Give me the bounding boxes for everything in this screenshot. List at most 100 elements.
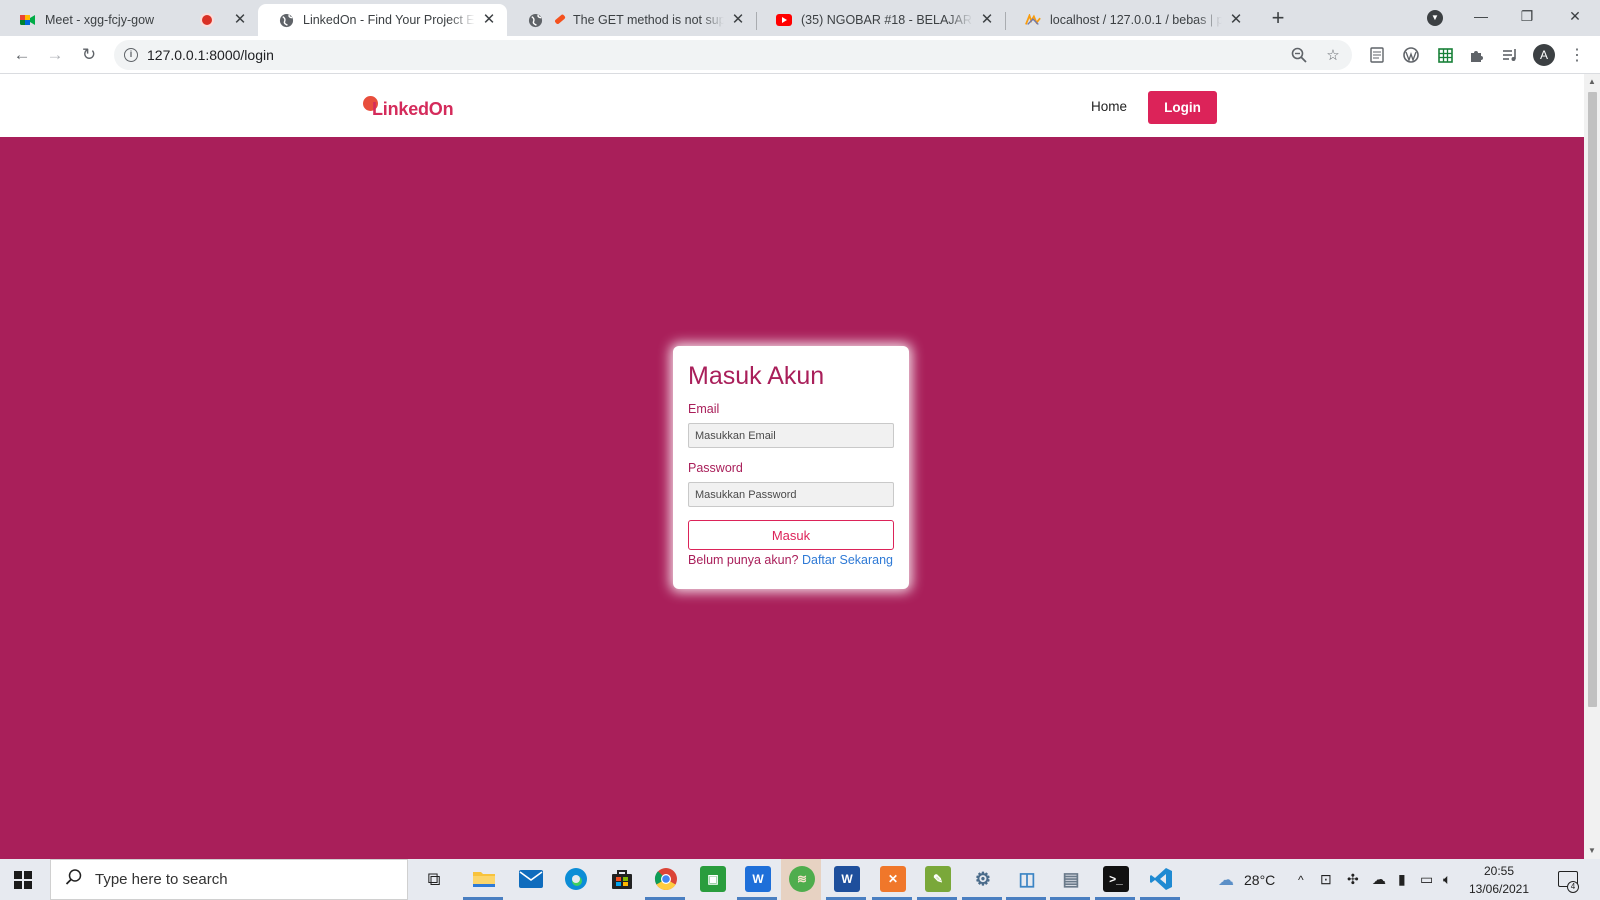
photos-icon[interactable]: ▤: [1058, 866, 1084, 892]
profile-avatar[interactable]: A: [1533, 44, 1555, 66]
browser-toolbar: ← → ↻ i 127.0.0.1:8000/login ☆ A ⋮: [0, 36, 1600, 74]
recording-icon: [202, 15, 212, 25]
close-tab-icon[interactable]: ✕: [481, 12, 497, 28]
taskbar-search-box[interactable]: Type here to search: [50, 859, 408, 900]
reload-icon[interactable]: ↻: [76, 42, 102, 68]
wps-writer-icon[interactable]: W: [745, 866, 771, 892]
password-label: Password: [688, 461, 743, 475]
task-view-icon[interactable]: ⧉: [421, 866, 447, 892]
tab-meet[interactable]: Meet - xgg-fcjy-gow ✕: [0, 4, 258, 36]
xampp-icon[interactable]: ✕: [880, 866, 906, 892]
tab-title: LinkedOn - Find Your Project Easily: [303, 13, 475, 27]
phpmyadmin-icon: [1025, 12, 1041, 28]
tab-title: localhost / 127.0.0.1 / bebas | phpMyAdm…: [1050, 13, 1222, 27]
nav-home-link[interactable]: Home: [1091, 99, 1127, 114]
tab-linkedon[interactable]: LinkedOn - Find Your Project Easily ✕: [258, 4, 507, 36]
tray-app-icon[interactable]: ⊡: [1320, 859, 1332, 900]
brand-name: LinkedOn: [372, 99, 454, 119]
restore-button[interactable]: ❐: [1504, 0, 1550, 32]
nav-login-button[interactable]: Login: [1148, 91, 1217, 124]
tab-title: (35) NGOBAR #18 - BELAJAR LARAVEL: [801, 13, 973, 27]
mail-icon[interactable]: [518, 866, 544, 892]
site-info-icon[interactable]: i: [124, 48, 138, 62]
close-tab-icon[interactable]: ✕: [1228, 12, 1244, 28]
password-field[interactable]: [688, 482, 894, 507]
globe-icon: [278, 12, 294, 28]
windows-start-icon[interactable]: [14, 871, 32, 889]
close-tab-icon[interactable]: ✕: [232, 12, 248, 28]
clock-time: 20:55: [1483, 864, 1515, 878]
vscode-icon[interactable]: [1148, 866, 1174, 892]
cloud-icon: ☁: [1218, 871, 1234, 889]
word-icon[interactable]: W: [834, 866, 860, 892]
url-text: 127.0.0.1:8000/login: [147, 47, 274, 63]
email-field[interactable]: [688, 423, 894, 448]
wordpress-extension-icon[interactable]: [1402, 46, 1420, 64]
minimize-button[interactable]: —: [1458, 0, 1504, 32]
signup-prompt: Belum punya akun?: [688, 553, 799, 567]
bookmark-star-icon[interactable]: ☆: [1324, 46, 1342, 64]
active-app-highlight: [781, 859, 821, 900]
email-label: Email: [688, 402, 720, 416]
tab-phpmyadmin[interactable]: localhost / 127.0.0.1 / bebas | phpMyAdm…: [1005, 4, 1254, 36]
tray-overflow-icon[interactable]: ^: [1298, 859, 1304, 900]
page-viewport: LinkedOn Home Login Masuk Akun Email Pas…: [0, 74, 1584, 859]
laravel-icon: [552, 12, 568, 28]
tab-search-icon[interactable]: ▼: [1427, 10, 1443, 26]
nvidia-icon[interactable]: ▣: [700, 866, 726, 892]
close-window-button[interactable]: ✕: [1552, 0, 1598, 32]
tray-fan-icon[interactable]: ✣: [1347, 859, 1359, 900]
onedrive-icon[interactable]: ☁: [1372, 859, 1386, 900]
kebab-menu-icon[interactable]: ⋮: [1568, 46, 1586, 64]
google-meet-icon: [20, 12, 36, 28]
notification-badge: 4: [1567, 881, 1579, 893]
close-tab-icon[interactable]: ✕: [979, 12, 995, 28]
clock-date: 13/06/2021: [1468, 882, 1530, 896]
windows-taskbar: Type here to search ⧉ ▣ W ≋ W ✕ ✎ ⚙ ◫ ▤ …: [0, 859, 1600, 900]
brand-logo[interactable]: LinkedOn: [362, 96, 454, 120]
chrome-icon[interactable]: [653, 866, 679, 892]
search-placeholder: Type here to search: [95, 871, 228, 888]
terminal-icon[interactable]: >_: [1103, 866, 1129, 892]
scroll-thumb[interactable]: [1588, 92, 1597, 707]
login-title: Masuk Akun: [688, 362, 825, 390]
weather-widget[interactable]: ☁ 28°C: [1218, 859, 1275, 900]
store-icon[interactable]: [609, 866, 635, 892]
search-icon: [65, 868, 83, 891]
sheets-extension-icon[interactable]: [1436, 46, 1454, 64]
battery-icon[interactable]: ▭: [1420, 859, 1433, 900]
system-clock[interactable]: 20:55 13/06/2021: [1464, 862, 1534, 898]
volume-icon[interactable]: 🔈︎: [1443, 859, 1451, 900]
forward-icon[interactable]: →: [42, 42, 68, 68]
scroll-down-icon[interactable]: ▼: [1587, 846, 1597, 855]
back-icon[interactable]: ←: [9, 42, 35, 68]
browser-tab-strip: Meet - xgg-fcjy-gow ✕ LinkedOn - Find Yo…: [0, 0, 1600, 36]
extensions-puzzle-icon[interactable]: [1468, 46, 1486, 64]
tab-title: The GET method is not supported: [573, 13, 724, 27]
address-bar[interactable]: i 127.0.0.1:8000/login ☆: [114, 40, 1352, 70]
signup-link[interactable]: Daftar Sekarang: [802, 553, 893, 567]
settings-gear-icon[interactable]: ⚙: [970, 866, 996, 892]
file-explorer-icon[interactable]: [471, 866, 497, 892]
edge-browser-icon[interactable]: [563, 866, 589, 892]
notepad-icon[interactable]: ◫: [1014, 866, 1040, 892]
login-card: Masuk Akun Email Password Masuk Belum pu…: [673, 346, 909, 589]
youtube-icon: [776, 12, 792, 28]
close-tab-icon[interactable]: ✕: [730, 12, 746, 28]
image-editor-icon[interactable]: ✎: [925, 866, 951, 892]
tab-get-error[interactable]: The GET method is not supported ✕: [507, 4, 756, 36]
reader-mode-icon[interactable]: [1368, 46, 1386, 64]
globe-icon: [527, 12, 543, 28]
tab-title: Meet - xgg-fcjy-gow: [45, 13, 155, 27]
signup-row: Belum punya akun? Daftar Sekarang: [688, 553, 894, 567]
weather-temp: 28°C: [1244, 871, 1276, 888]
zoom-icon[interactable]: [1290, 46, 1308, 64]
new-tab-button[interactable]: +: [1266, 6, 1290, 30]
submit-login-button[interactable]: Masuk: [688, 520, 894, 550]
site-navbar: LinkedOn Home Login: [0, 74, 1584, 137]
scroll-up-icon[interactable]: ▲: [1587, 77, 1597, 86]
microphone-icon[interactable]: ▮: [1398, 859, 1406, 900]
tab-youtube[interactable]: (35) NGOBAR #18 - BELAJAR LARAVEL ✕: [756, 4, 1005, 36]
page-scrollbar[interactable]: ▲ ▼: [1584, 74, 1600, 859]
media-control-icon[interactable]: [1501, 46, 1519, 64]
